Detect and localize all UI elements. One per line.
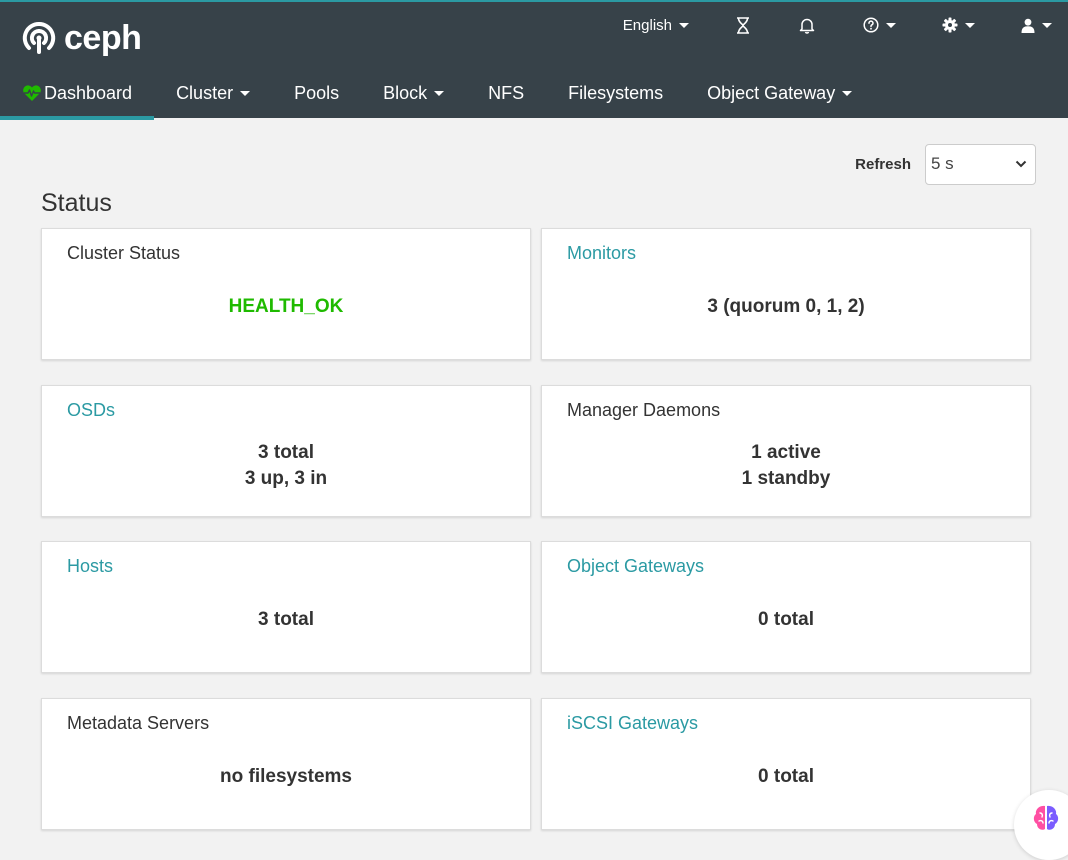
osds-link[interactable]: OSDs: [67, 400, 115, 421]
brain-icon: [1033, 805, 1059, 830]
nav-filesystems-label: Filesystems: [568, 82, 664, 103]
hosts-card: Hosts 3 total: [41, 541, 531, 673]
cluster-status-card: Cluster Status HEALTH_OK: [41, 228, 531, 360]
nav-pools[interactable]: Pools: [272, 70, 361, 116]
nav-nfs[interactable]: NFS: [466, 70, 546, 116]
iscsi-gateways-value: 0 total: [758, 766, 814, 787]
chevron-down-icon: [240, 90, 251, 96]
help-menu[interactable]: [863, 12, 896, 38]
chevron-down-icon: [1042, 22, 1052, 28]
cluster-status-title: Cluster Status: [67, 243, 181, 263]
object-gateways-card: Object Gateways 0 total: [541, 541, 1031, 673]
managers-standby: 1 standby: [741, 468, 831, 489]
heartbeat-icon: [22, 84, 42, 102]
refresh-interval-select[interactable]: 5 s: [925, 143, 1036, 185]
monitors-card: Monitors 3 (quorum 0, 1, 2): [541, 228, 1031, 360]
manager-daemons-card: Manager Daemons 1 active 1 standby: [541, 385, 1031, 517]
nav-block[interactable]: Block: [361, 70, 466, 116]
iscsi-gateways-link[interactable]: iSCSI Gateways: [567, 713, 698, 734]
nav-pools-label: Pools: [294, 82, 340, 103]
osds-card: OSDs 3 total 3 up, 3 in: [41, 385, 531, 517]
bell-icon: [799, 18, 815, 34]
nav-cluster[interactable]: Cluster: [154, 70, 272, 116]
refresh-interval-value: 5 s: [931, 154, 954, 173]
nav-object-gateway[interactable]: Object Gateway: [685, 70, 874, 116]
user-icon: [1021, 18, 1035, 33]
assistant-floating-button[interactable]: [1014, 790, 1068, 860]
ceph-logo-icon: [22, 21, 56, 54]
help-icon: [863, 17, 879, 33]
managers-active: 1 active: [751, 442, 821, 463]
brand-name: ceph: [64, 19, 142, 57]
refresh-control: Refresh 5 s: [855, 143, 1036, 185]
background-tasks-button[interactable]: [735, 12, 751, 38]
main-nav: Dashboard Cluster Pools Block NFS Filesy…: [0, 70, 874, 120]
chevron-down-icon: [965, 22, 975, 28]
object-gateways-link[interactable]: Object Gateways: [567, 556, 704, 577]
settings-menu[interactable]: [942, 12, 975, 38]
chevron-down-icon: [842, 90, 853, 96]
iscsi-gateways-card: iSCSI Gateways 0 total: [541, 698, 1031, 830]
ceph-logo[interactable]: ceph: [22, 18, 142, 58]
notifications-button[interactable]: [799, 12, 815, 38]
hourglass-icon: [737, 16, 749, 34]
utility-menu: English: [623, 12, 1068, 38]
language-label: English: [622, 16, 672, 34]
nav-cluster-label: Cluster: [176, 82, 234, 103]
nav-object-gateway-label: Object Gateway: [707, 82, 836, 103]
manager-daemons-title: Manager Daemons: [567, 400, 721, 420]
nav-filesystems[interactable]: Filesystems: [546, 70, 685, 116]
chevron-down-icon: [886, 22, 896, 28]
metadata-servers-card: Metadata Servers no filesystems: [41, 698, 531, 830]
nav-dashboard[interactable]: Dashboard: [0, 70, 155, 120]
settings-icon: [942, 17, 958, 33]
language-selector[interactable]: English: [623, 12, 689, 38]
top-navbar: ceph English Dashboard Cluster Pools Blo…: [0, 0, 1068, 120]
hosts-value: 3 total: [258, 609, 314, 630]
monitors-value: 3 (quorum 0, 1, 2): [707, 296, 865, 317]
monitors-link[interactable]: Monitors: [567, 243, 636, 264]
status-heading: Status: [41, 189, 112, 217]
refresh-label: Refresh: [855, 155, 911, 173]
cluster-health-value: HEALTH_OK: [228, 296, 344, 317]
osds-total: 3 total: [258, 442, 314, 463]
nav-nfs-label: NFS: [488, 82, 525, 103]
metadata-servers-title: Metadata Servers: [67, 713, 210, 733]
chevron-down-icon: [434, 90, 445, 96]
user-menu[interactable]: [1021, 12, 1052, 38]
chevron-down-icon: [1015, 160, 1027, 168]
metadata-servers-value: no filesystems: [220, 766, 352, 787]
object-gateways-value: 0 total: [758, 609, 814, 630]
chevron-down-icon: [679, 22, 689, 28]
nav-block-label: Block: [383, 82, 428, 103]
nav-dashboard-label: Dashboard: [44, 82, 133, 103]
osds-up-in: 3 up, 3 in: [244, 468, 328, 489]
hosts-link[interactable]: Hosts: [67, 556, 113, 577]
